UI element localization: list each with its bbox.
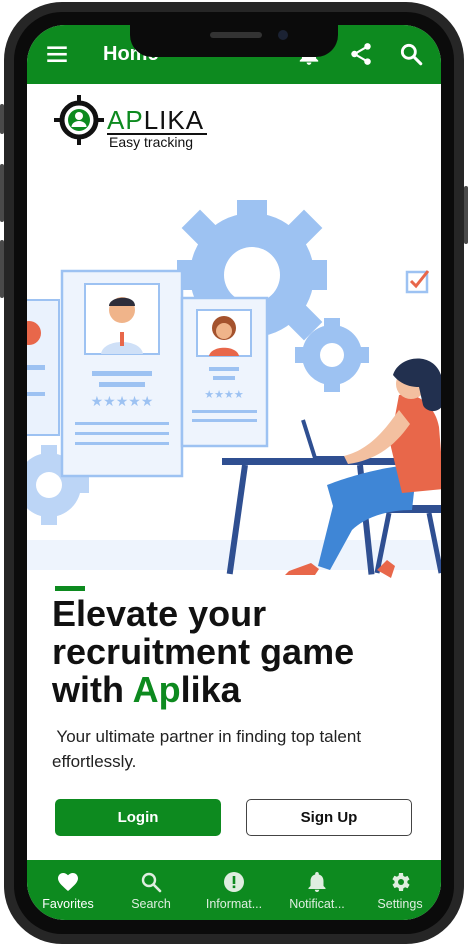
headline-with: with bbox=[52, 669, 133, 710]
logo-header: APLIKA Easy tracking bbox=[27, 84, 441, 160]
app-screen: Home APLIKA Easy tracking ★★★★★ ★★★★ Ele… bbox=[27, 25, 441, 920]
hero-headline: Elevate your recruitment game with Aplik… bbox=[52, 595, 432, 709]
tab-label-favorites: Favorites bbox=[42, 897, 94, 911]
subtitle-line-1: Your ultimate partner in finding top tal… bbox=[52, 727, 362, 746]
bell-icon bbox=[308, 872, 326, 892]
logo-tagline: Easy tracking bbox=[109, 134, 194, 150]
phone-mockup: Home APLIKA Easy tracking ★★★★★ ★★★★ Ele… bbox=[0, 0, 468, 946]
menu-icon[interactable] bbox=[44, 41, 70, 67]
candidate-card-main: ★★★★★ bbox=[60, 269, 184, 478]
info-icon bbox=[224, 872, 244, 892]
headline-line-3: with Aplika bbox=[52, 671, 432, 709]
tab-search[interactable]: Search bbox=[110, 860, 192, 920]
headline-accent-bar bbox=[55, 586, 85, 591]
candidate-card-right: ★★★★ bbox=[180, 296, 269, 448]
heart-icon bbox=[58, 873, 78, 891]
logo-wordmark-ap: AP bbox=[107, 105, 144, 135]
aplika-logo-icon bbox=[54, 95, 104, 145]
checkbox-graphic bbox=[405, 270, 430, 294]
notch bbox=[130, 25, 338, 57]
candidate-card-left bbox=[27, 299, 60, 436]
tab-label-search: Search bbox=[131, 897, 171, 911]
share-icon[interactable] bbox=[348, 41, 374, 67]
tab-label-notifications: Notificat... bbox=[289, 897, 345, 911]
headline-line-1: Elevate your bbox=[52, 593, 267, 634]
tab-notifications[interactable]: Notificat... bbox=[276, 860, 358, 920]
tab-label-information: Informat... bbox=[205, 897, 263, 911]
search-icon[interactable] bbox=[398, 41, 424, 67]
login-button[interactable]: Login bbox=[55, 799, 221, 836]
tab-label-settings: Settings bbox=[377, 897, 423, 911]
tab-information[interactable]: Informat... bbox=[193, 860, 275, 920]
front-camera bbox=[278, 30, 288, 40]
subtitle-line-2: effortlessly. bbox=[52, 752, 137, 771]
headline-line-2: recruitment game bbox=[52, 631, 355, 672]
bottom-navigation: Favorites Search Informat... Notificat..… bbox=[27, 860, 441, 920]
earpiece-speaker bbox=[210, 32, 262, 38]
svg-text:★★★★: ★★★★ bbox=[204, 388, 244, 401]
search-icon bbox=[141, 872, 162, 893]
hero-subtitle: Your ultimate partner in finding top tal… bbox=[52, 724, 432, 774]
phone-power-button bbox=[464, 186, 468, 244]
logo-wordmark-lika: LIKA bbox=[143, 105, 205, 135]
signup-button[interactable]: Sign Up bbox=[246, 799, 412, 836]
tab-favorites[interactable]: Favorites bbox=[27, 860, 109, 920]
hero-illustration: ★★★★★ ★★★★ bbox=[27, 160, 441, 580]
svg-text:★★★★★: ★★★★★ bbox=[91, 394, 154, 410]
tab-settings[interactable]: Settings bbox=[359, 860, 441, 920]
logo-wordmark: APLIKA bbox=[107, 105, 204, 136]
gear-icon bbox=[392, 873, 410, 891]
headline-brand-rest: lika bbox=[180, 669, 241, 710]
headline-brand-highlight: Ap bbox=[132, 669, 181, 710]
